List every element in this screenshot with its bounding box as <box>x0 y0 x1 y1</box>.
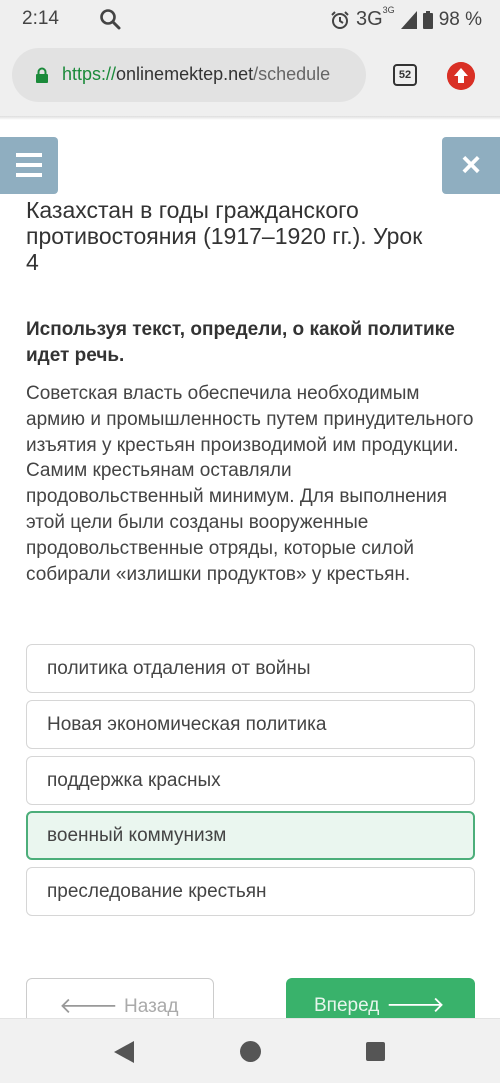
option-label: преследование крестьян <box>47 881 267 902</box>
lesson-title: Казахстан в годы гражданского противосто… <box>26 197 423 275</box>
close-icon[interactable]: × <box>442 137 500 194</box>
answer-option-selected[interactable]: военный коммунизм <box>26 811 475 860</box>
option-label: военный коммунизм <box>47 825 227 846</box>
back-button[interactable]: 🡐 Назад <box>26 978 214 1018</box>
update-icon[interactable] <box>447 62 475 90</box>
lesson-navigation: 🡐 Назад Вперед 🡒 <box>0 960 500 1018</box>
nav-back-icon[interactable] <box>114 1041 134 1063</box>
question-text: Используя текст, определи, о какой полит… <box>26 319 455 366</box>
answer-option[interactable]: поддержка красных <box>26 756 475 805</box>
status-time: 2:14 <box>22 8 59 29</box>
page: 2:14 3G 3G 98 % https://onlinemektep.net… <box>0 0 500 1083</box>
menu-icon[interactable] <box>0 137 58 194</box>
answer-option[interactable]: преследование крестьян <box>26 867 475 916</box>
status-bar: 2:14 3G 3G 98 % <box>0 0 500 36</box>
nav-recent-icon[interactable] <box>366 1042 385 1061</box>
option-label: поддержка красных <box>47 770 221 791</box>
lock-icon <box>36 67 48 83</box>
arrow-left-icon: 🡐 <box>59 993 118 1018</box>
battery-icon <box>422 10 433 29</box>
url-text: https://onlinemektep.net/schedule <box>62 64 331 84</box>
option-label: политика отдаления от войны <box>47 658 311 679</box>
search-icon <box>100 9 121 30</box>
toolbar-shadow <box>0 116 500 120</box>
next-button[interactable]: Вперед 🡒 <box>286 978 475 1018</box>
answer-option[interactable]: Новая экономическая политика <box>26 700 475 749</box>
browser-toolbar: https://onlinemektep.net/schedule 52 <box>0 36 500 116</box>
tabs-icon[interactable]: 52 <box>393 64 417 86</box>
network-type: 3G 3G <box>356 5 395 30</box>
signal-icon <box>400 10 417 29</box>
alarm-icon <box>331 10 349 29</box>
back-label: Назад <box>124 996 179 1017</box>
answer-option[interactable]: политика отдаления от войны <box>26 644 475 693</box>
nav-home-icon[interactable] <box>240 1041 261 1062</box>
option-label: Новая экономическая политика <box>47 714 327 735</box>
arrow-right-icon: 🡒 <box>386 992 445 1017</box>
next-label: Вперед <box>314 995 380 1016</box>
address-bar[interactable]: https://onlinemektep.net/schedule <box>12 48 366 102</box>
tab-count: 52 <box>398 69 412 81</box>
battery-level: 98 % <box>438 8 482 30</box>
passage-text: Советская власть обеспечила необходимым … <box>26 383 474 585</box>
status-indicators: 3G 3G 98 % <box>330 5 482 31</box>
system-navbar <box>0 1018 500 1083</box>
